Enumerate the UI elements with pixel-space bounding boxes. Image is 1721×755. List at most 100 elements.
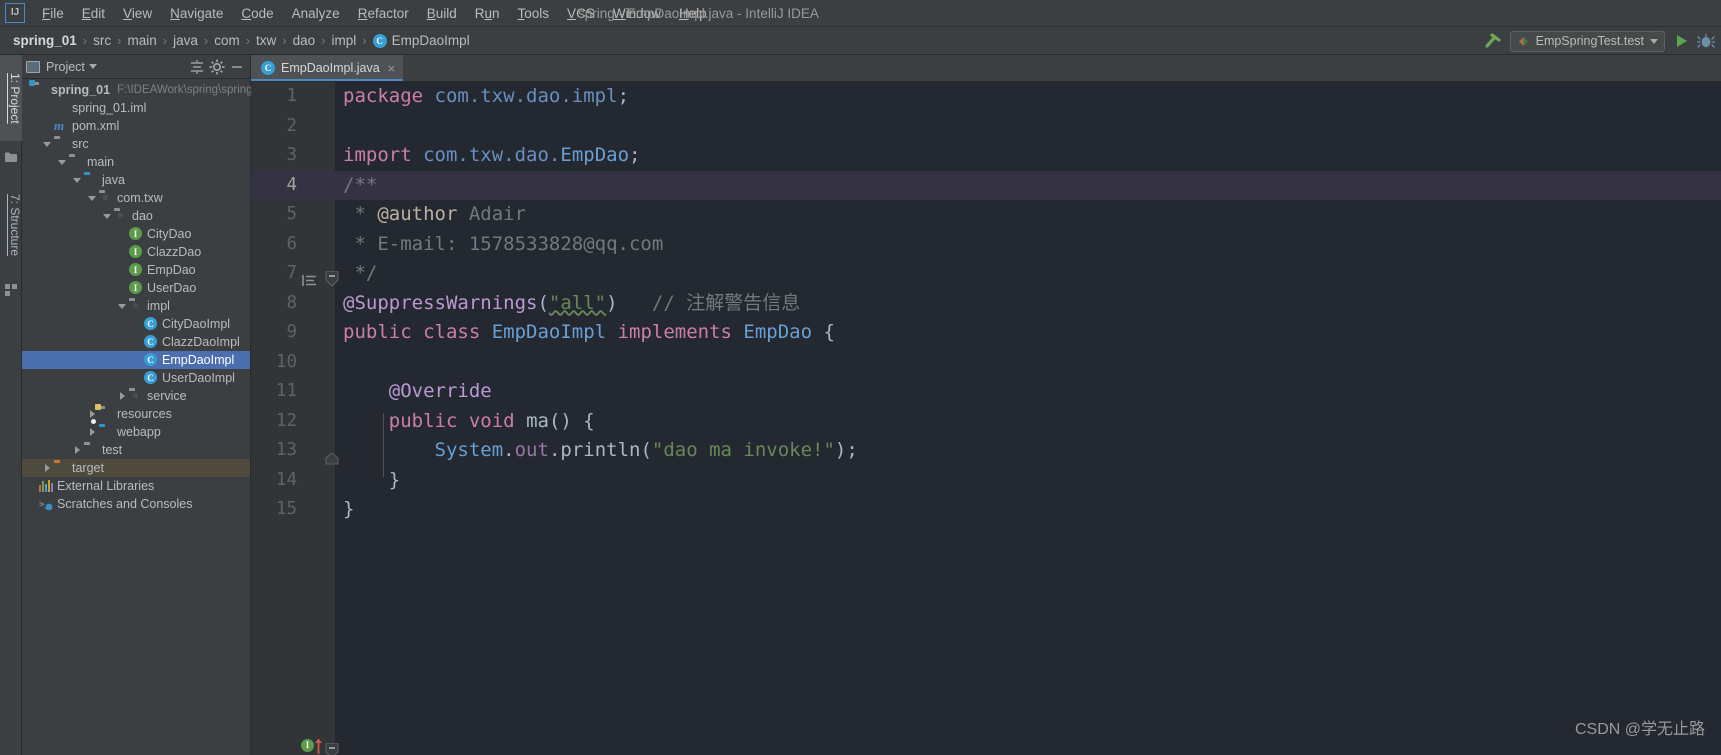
tree-expand-arrow-right-icon[interactable] [43, 463, 52, 473]
menu-item-view[interactable]: View [114, 3, 161, 24]
tree-expand-arrow-down-icon[interactable] [103, 212, 112, 221]
code-token: @SuppressWarnings [343, 291, 538, 314]
tree-item-clazzdaoimpl[interactable]: C ClazzDaoImpl [22, 333, 250, 351]
tree-item-empdao[interactable]: I EmpDao [22, 261, 250, 279]
debug-button[interactable] [1696, 31, 1716, 51]
project-view-chevron-down-icon[interactable] [88, 64, 97, 69]
breadcrumb-item-dao[interactable]: dao [288, 33, 321, 48]
implementing-method-icon[interactable]: I [301, 739, 314, 752]
tree-expand-arrow-down-icon[interactable] [73, 176, 82, 185]
line-number: 15 [275, 499, 297, 519]
breadcrumb-item-spring_01[interactable]: spring_01 [8, 33, 82, 48]
tree-item-empdaoimpl[interactable]: C EmpDaoImpl [22, 351, 250, 369]
hide-panel-icon[interactable] [228, 58, 246, 76]
code-line[interactable]: 9 public class EmpDaoImpl implements EmpD… [251, 318, 1721, 348]
tree-expand-arrow-down-icon[interactable] [88, 194, 97, 203]
code-token: } [343, 498, 355, 520]
breadcrumb-item-empdaoimpl[interactable]: C EmpDaoImpl [368, 33, 475, 48]
chevron-down-icon[interactable] [1650, 38, 1658, 44]
tree-expand-arrow-right-icon[interactable] [73, 445, 82, 455]
breadcrumb-item-impl[interactable]: impl [327, 33, 362, 48]
close-icon[interactable]: × [388, 61, 396, 76]
run-configuration-selector[interactable]: EmpSpringTest.test [1509, 30, 1665, 52]
tree-item-target[interactable]: target [22, 459, 250, 477]
menu-item-tools[interactable]: Tools [509, 3, 559, 24]
menu-item-navigate[interactable]: Navigate [161, 3, 232, 24]
menu-item-code[interactable]: Code [232, 3, 282, 24]
tree-item-pom-xml[interactable]: m pom.xml [22, 117, 250, 135]
code-line[interactable]: 13 System.out.println("dao ma invoke!"); [251, 436, 1721, 466]
code-line[interactable]: 11 @Override [251, 377, 1721, 407]
tree-item-external-libraries[interactable]: External Libraries [22, 477, 250, 495]
project-tree: spring_01 F:\IDEAWork\spring\spring_ sprin… [22, 79, 259, 513]
line-number: 3 [286, 145, 297, 165]
settings-gear-icon[interactable] [208, 58, 226, 76]
tree-expand-arrow-right-icon[interactable] [88, 427, 97, 437]
breadcrumb-item-src[interactable]: src [88, 33, 116, 48]
menu-item-refactor[interactable]: Refactor [349, 3, 418, 24]
tree-item-test[interactable]: test [22, 441, 250, 459]
tree-item-spring-01[interactable]: spring_01 F:\IDEAWork\spring\spring_ [22, 80, 259, 99]
code-editor[interactable]: 1 package com.txw.dao.impl; 2 3 import com.t… [251, 82, 1721, 755]
breadcrumb-item-txw[interactable]: txw [251, 33, 281, 48]
build-hammer-icon[interactable] [1482, 30, 1504, 52]
code-line[interactable]: 10 [251, 348, 1721, 378]
tree-expand-arrow-right-icon[interactable] [118, 391, 127, 401]
fold-collapse-icon[interactable] [325, 739, 339, 755]
run-config-label: EmpSpringTest.test [1535, 34, 1644, 48]
code-token: out [514, 439, 549, 461]
tree-item-webapp[interactable]: webapp [22, 419, 250, 441]
code-line[interactable]: 1 package com.txw.dao.impl; [251, 82, 1721, 112]
tree-item-main[interactable]: main [22, 153, 250, 171]
interface-icon: I [129, 281, 143, 295]
line-number: 1 [286, 86, 297, 106]
tree-item-dao[interactable]: dao [22, 207, 250, 225]
line-number: 13 [275, 440, 297, 460]
code-line[interactable]: 5 * @author Adair [251, 200, 1721, 230]
tree-arrow-placeholder [22, 86, 31, 95]
code-line[interactable]: 7 */ [251, 259, 1721, 465]
menu-item-build[interactable]: Build [418, 3, 466, 24]
code-line[interactable]: 15} [251, 495, 1721, 525]
code-line[interactable]: 2 [251, 112, 1721, 142]
code-line[interactable]: 14 } [251, 466, 1721, 496]
tree-item-scratches-and-consoles[interactable]: >_ Scratches and Consoles [22, 495, 250, 513]
sidebar-item-structure[interactable]: 7: Structure [0, 175, 22, 275]
menu-item-edit[interactable]: Edit [73, 3, 114, 24]
tree-item-clazzdao[interactable]: I ClazzDao [22, 243, 250, 261]
tree-item-src[interactable]: src [22, 135, 250, 153]
code-line[interactable]: 3 import com.txw.dao.EmpDao; [251, 141, 1721, 171]
tree-item-spring-01-iml[interactable]: spring_01.iml [22, 99, 250, 117]
tree-item-com-txw[interactable]: com.txw [22, 189, 250, 207]
tree-item-impl[interactable]: impl [22, 297, 250, 315]
tree-item-citydaoimpl[interactable]: C CityDaoImpl [22, 315, 250, 333]
tree-item-label: UserDao [147, 281, 197, 295]
tree-expand-arrow-down-icon[interactable] [58, 158, 67, 167]
tree-item-userdaoimpl[interactable]: C UserDaoImpl [22, 369, 250, 387]
menu-item-analyze[interactable]: Analyze [283, 3, 349, 24]
tree-arrow-placeholder [28, 482, 37, 491]
tree-expand-arrow-down-icon[interactable] [43, 140, 52, 149]
code-content[interactable]: 1 package com.txw.dao.impl; 2 3 import com.t… [251, 82, 1721, 755]
collapse-all-icon[interactable] [188, 58, 206, 76]
code-line[interactable]: 6 * E-mail: 1578533828@qq.com [251, 230, 1721, 260]
tree-expand-arrow-down-icon[interactable] [118, 302, 127, 311]
menu-item-file[interactable]: File [33, 3, 73, 24]
tree-item-resources[interactable]: resources [22, 404, 250, 423]
code-line[interactable]: 4 /** [251, 171, 1721, 287]
run-button[interactable] [1671, 31, 1691, 51]
tree-item-java[interactable]: java [22, 171, 250, 189]
breadcrumb-item-com[interactable]: com [209, 33, 245, 48]
code-line[interactable]: 12 I public void ma() { [251, 407, 1721, 755]
breadcrumb-item-java[interactable]: java [168, 33, 203, 48]
menu-item-run[interactable]: Run [466, 3, 509, 24]
tree-item-userdao[interactable]: I UserDao [22, 279, 250, 297]
sidebar-item-project[interactable]: 1: Project [0, 55, 22, 141]
tree-expand-arrow-right-icon[interactable] [88, 409, 97, 419]
interface-icon: I [129, 245, 143, 259]
tree-item-citydao[interactable]: I CityDao [22, 225, 250, 243]
breadcrumb-item-main[interactable]: main [122, 33, 161, 48]
tree-item-service[interactable]: service [22, 387, 250, 405]
code-line[interactable]: 8 @SuppressWarnings("all") // 注解警告信息 [251, 289, 1721, 319]
editor-tab-empdaoimpl[interactable]: C EmpDaoImpl.java × [251, 55, 404, 81]
